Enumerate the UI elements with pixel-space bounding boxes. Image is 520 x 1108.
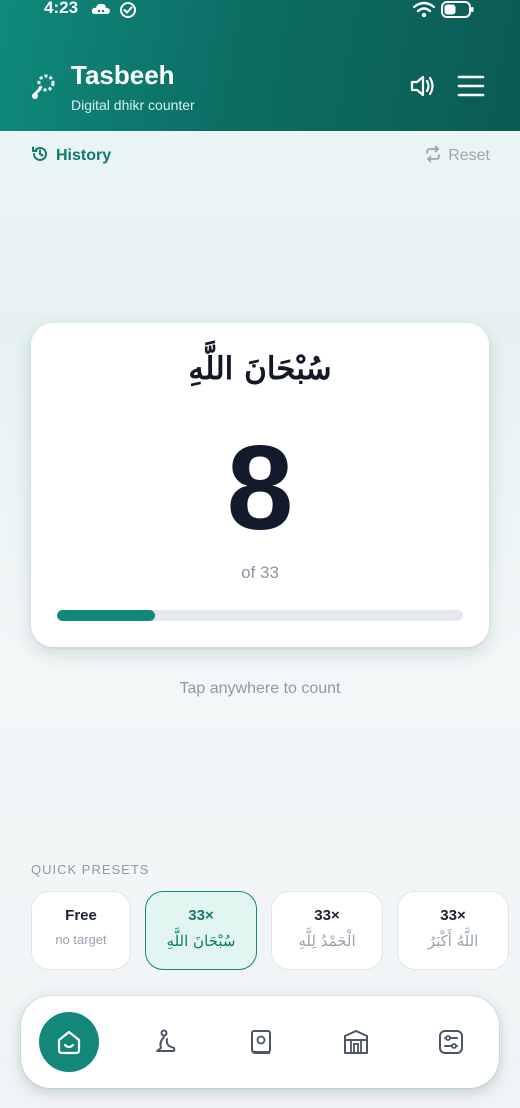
app-title: Tasbeeh xyxy=(71,60,175,90)
target-text: of 33 xyxy=(241,563,279,582)
progress-fill xyxy=(57,610,156,621)
preset-subtitle: no target xyxy=(55,932,107,947)
preset-alhamdulillah[interactable]: 33× الْحَمْدُ لِلَّهِ xyxy=(271,891,383,970)
nav-prayer[interactable] xyxy=(135,1012,195,1072)
tap-hint: Tap anywhere to count xyxy=(179,680,341,697)
history-button[interactable]: History xyxy=(31,145,111,167)
prayer-beads-icon xyxy=(30,71,60,101)
preset-subtitle: اللَّهُ أَكْبَرُ xyxy=(427,932,479,950)
count-display: 8 xyxy=(226,421,294,555)
bottom-nav xyxy=(21,996,499,1088)
nav-kaaba[interactable] xyxy=(326,1012,386,1072)
counter-card[interactable]: سُبْحَانَ اللَّهِ 8 of 33 xyxy=(31,323,489,647)
menu-icon[interactable] xyxy=(456,71,486,101)
cloud-game-icon xyxy=(91,1,111,21)
presets-label: QUICK PRESETS xyxy=(31,862,150,877)
check-circle-icon xyxy=(119,1,137,23)
preset-subhanallah[interactable]: 33× سُبْحَانَ اللَّهِ xyxy=(145,891,257,970)
reset-label: Reset xyxy=(448,147,490,164)
history-label: History xyxy=(56,147,112,164)
battery-icon xyxy=(441,1,475,23)
status-bar: 4:23 xyxy=(0,0,520,22)
refresh-icon xyxy=(424,145,448,168)
preset-subtitle: سُبْحَانَ اللَّهِ xyxy=(166,932,236,950)
app-subtitle: Digital dhikr counter xyxy=(71,97,195,113)
nav-settings[interactable] xyxy=(421,1012,481,1072)
app-header: 4:23 Tasbeeh Digital dhikr counter xyxy=(0,0,520,131)
history-icon xyxy=(31,145,56,168)
preset-title: 33× xyxy=(188,907,214,924)
nav-home[interactable] xyxy=(39,1012,99,1072)
preset-allahu-akbar[interactable]: 33× اللَّهُ أَكْبَرُ xyxy=(397,891,509,970)
reset-button[interactable]: Reset xyxy=(424,145,490,167)
nav-quran[interactable] xyxy=(231,1012,291,1072)
preset-title: Free xyxy=(65,907,97,924)
preset-subtitle: الْحَمْدُ لِلَّهِ xyxy=(298,932,356,950)
preset-title: 33× xyxy=(440,907,466,924)
speaker-icon[interactable] xyxy=(408,71,438,101)
status-time: 4:23 xyxy=(44,0,79,17)
preset-title: 33× xyxy=(314,907,340,924)
progress-bar xyxy=(57,610,463,621)
wifi-icon xyxy=(412,1,436,23)
dhikr-arabic-text: سُبْحَانَ اللَّهِ xyxy=(188,351,332,387)
preset-free[interactable]: Free no target xyxy=(31,891,131,970)
